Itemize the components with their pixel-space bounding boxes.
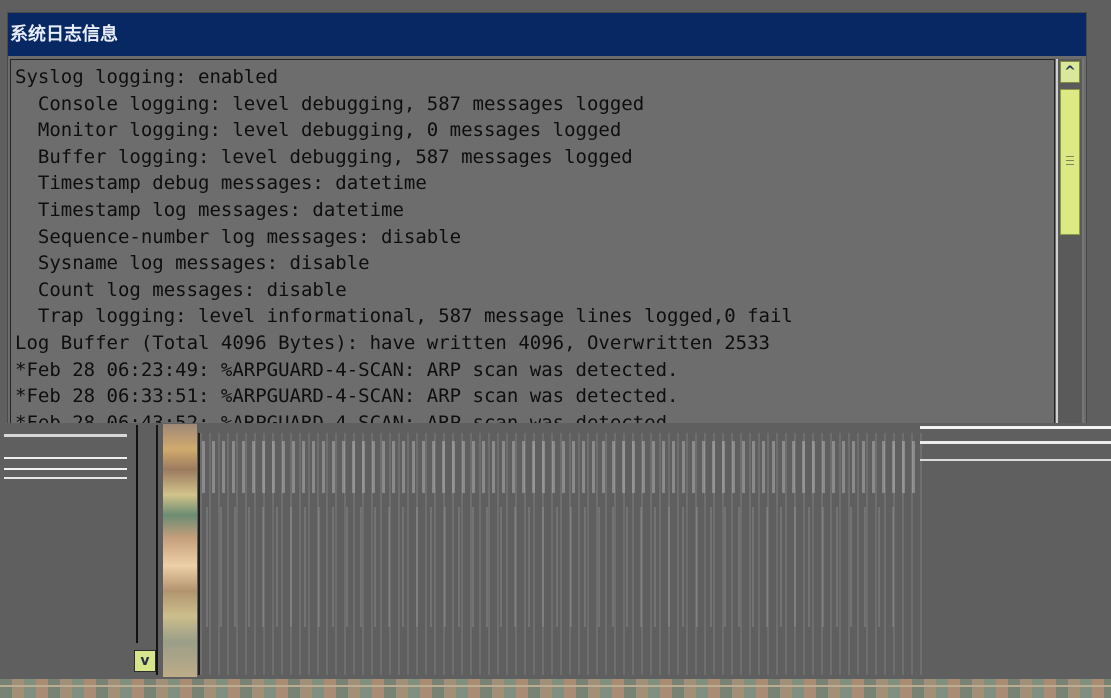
log-line-1: Syslog logging: enabled bbox=[15, 66, 279, 88]
log-line-11: Log Buffer (Total 4096 Bytes): have writ… bbox=[15, 331, 770, 354]
log-line-7: Sequence-number log messages: disable bbox=[15, 225, 462, 248]
system-log-window: 系统日志信息 Syslog logging: enabled Console l… bbox=[7, 12, 1087, 428]
log-line-9: Count log messages: disable bbox=[15, 278, 347, 301]
glitch-noise-box bbox=[198, 433, 923, 675]
glitch-vertical-line-b bbox=[156, 425, 158, 675]
scroll-up-icon: ^ bbox=[1064, 64, 1076, 80]
scroll-thumb[interactable] bbox=[1060, 89, 1080, 235]
log-line-5: Timestamp debug messages: datetime bbox=[15, 172, 427, 195]
glitch-left-bars bbox=[4, 434, 127, 484]
log-vertical-scrollbar[interactable]: ^ bbox=[1056, 59, 1084, 427]
log-panel: Syslog logging: enabled Console logging:… bbox=[10, 59, 1055, 427]
log-line-4: Buffer logging: level debugging, 587 mes… bbox=[15, 145, 633, 168]
log-line-3: Monitor logging: level debugging, 0 mess… bbox=[15, 119, 622, 142]
glitch-bottom-noise bbox=[0, 679, 1111, 698]
scroll-up-button[interactable]: ^ bbox=[1060, 61, 1080, 83]
log-line-13: *Feb 28 06:33:51: %ARPGUARD-4-SCAN: ARP … bbox=[15, 385, 679, 408]
scroll-down-button[interactable]: v bbox=[134, 650, 156, 672]
log-line-2: Console logging: level debugging, 587 me… bbox=[15, 92, 645, 115]
log-line-8: Sysname log messages: disable bbox=[15, 252, 370, 275]
window-title: 系统日志信息 bbox=[10, 24, 118, 45]
glitch-right-lines bbox=[920, 426, 1111, 468]
window-title-bar: 系统日志信息 bbox=[8, 13, 1086, 56]
log-line-6: Timestamp log messages: datetime bbox=[15, 198, 404, 221]
log-line-10: Trap logging: level informational, 587 m… bbox=[15, 305, 793, 328]
glitch-region: v bbox=[0, 423, 1111, 698]
log-text: Syslog logging: enabled Console logging:… bbox=[15, 64, 793, 426]
scroll-down-icon: v bbox=[140, 653, 150, 669]
glitch-vertical-line-a bbox=[136, 425, 138, 643]
glitch-color-strip bbox=[163, 424, 197, 677]
log-line-12: *Feb 28 06:23:49: %ARPGUARD-4-SCAN: ARP … bbox=[15, 358, 679, 381]
